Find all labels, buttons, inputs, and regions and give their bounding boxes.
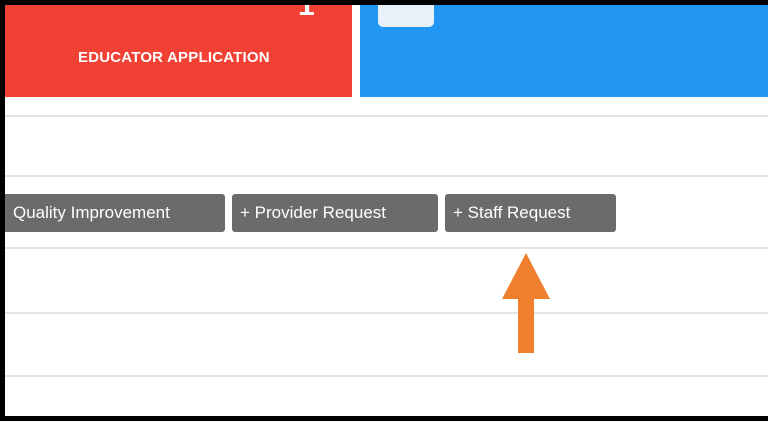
provider-request-button[interactable]: + Provider Request (232, 194, 438, 232)
tile-badge-icon (378, 5, 434, 27)
arrow-up-icon (502, 253, 550, 353)
table-row-divider (5, 375, 768, 377)
staff-request-button[interactable]: + Staff Request (445, 194, 616, 232)
educator-application-label: EDUCATOR APPLICATION (78, 49, 270, 66)
table-row-divider (5, 247, 768, 249)
educator-application-count: 1 (298, 0, 315, 22)
educator-application-tile[interactable]: 1 EDUCATOR APPLICATION (5, 5, 352, 97)
dashboard-tiles: 1 EDUCATOR APPLICATION (5, 5, 768, 97)
table-row-divider (5, 312, 768, 314)
table-row-divider (5, 115, 768, 117)
tile-gap (352, 5, 360, 97)
quality-improvement-button[interactable]: Quality Improvement (5, 194, 225, 232)
screenshot-frame: 1 EDUCATOR APPLICATION Quality Improveme… (0, 0, 768, 421)
blue-tile[interactable] (360, 5, 768, 97)
table-row-divider (5, 175, 768, 177)
